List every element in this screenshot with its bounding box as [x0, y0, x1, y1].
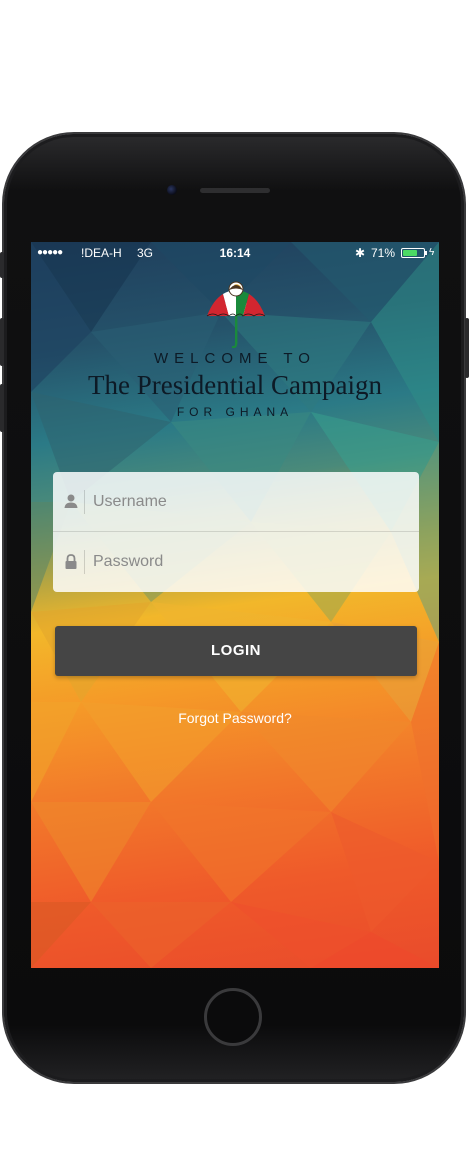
app-screen: ●●●●● !DEA-H 3G 16:14 ✱ 71% ϟ WELCOME TO…: [31, 242, 439, 968]
password-field: [53, 532, 419, 592]
password-divider: [84, 550, 85, 574]
app-subtitle: FOR GHANA: [176, 405, 294, 419]
mute-switch: [0, 252, 4, 278]
username-input[interactable]: [93, 486, 403, 518]
volume-down-button: [0, 384, 4, 432]
battery-icon: [401, 248, 425, 258]
bluetooth-icon: ✱: [355, 246, 366, 260]
password-input[interactable]: [93, 546, 403, 578]
device-mockup: ●●●●● !DEA-H 3G 16:14 ✱ 71% ϟ WELCOME TO…: [0, 0, 469, 1168]
app-title: The Presidential Campaign: [88, 370, 382, 400]
status-bar: ●●●●● !DEA-H 3G 16:14 ✱ 71% ϟ: [31, 242, 439, 264]
home-button[interactable]: [204, 988, 262, 1046]
earpiece-speaker: [200, 188, 270, 193]
battery-percent: 71%: [371, 246, 396, 260]
battery-tip: [425, 251, 427, 255]
username-field: [53, 472, 419, 532]
forgot-password-link[interactable]: Forgot Password?: [31, 710, 439, 726]
welcome-text: WELCOME TO: [154, 350, 316, 367]
power-button: [465, 318, 469, 378]
battery-level-fill: [403, 250, 417, 256]
username-divider: [84, 490, 85, 514]
charging-icon: ϟ: [429, 247, 435, 258]
login-form: [53, 472, 419, 592]
volume-up-button: [0, 318, 4, 366]
umbrella-eagle-logo: [206, 281, 266, 348]
login-button[interactable]: LOGIN: [55, 626, 417, 676]
lock-icon: [65, 554, 77, 569]
user-icon: [64, 494, 78, 508]
front-camera: [167, 185, 177, 195]
